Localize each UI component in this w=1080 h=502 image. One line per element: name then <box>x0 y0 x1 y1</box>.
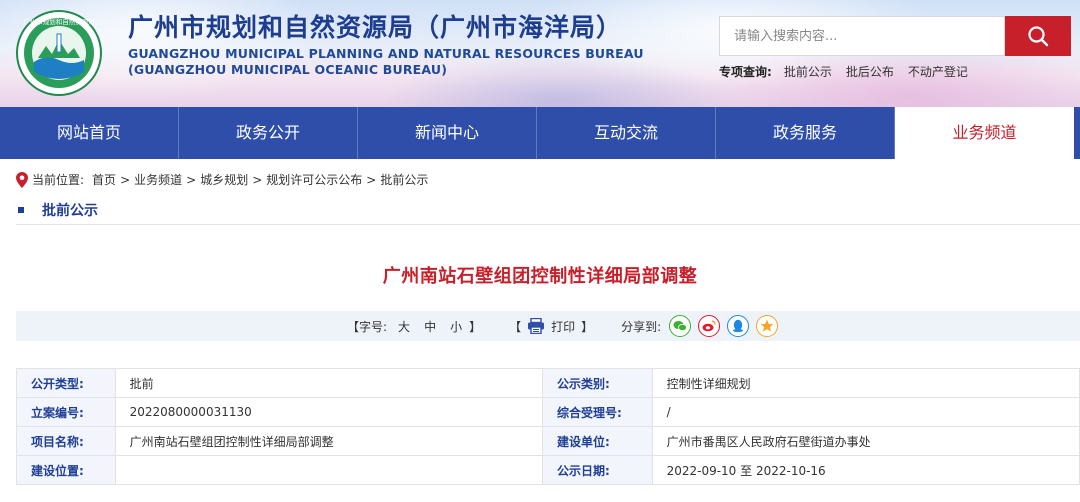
quick-links: 专项查询: 批前公示 批后公布 不动产登记 <box>719 63 968 80</box>
article-toolbar: 【字号: 大 中 小 】 【 打印 】 分享到: <box>16 311 1080 341</box>
site-subtitle-en: (GUANGZHOU MUNICIPAL OCEANIC BUREAU) <box>128 62 448 77</box>
font-size-medium[interactable]: 中 <box>424 318 436 335</box>
nav-interaction[interactable]: 互动交流 <box>537 107 716 159</box>
share-weibo-button[interactable] <box>698 315 721 337</box>
info-value <box>114 455 543 485</box>
wechat-icon <box>673 321 688 332</box>
nav-business[interactable]: 业务频道 <box>895 107 1074 159</box>
nav-filler <box>1074 107 1080 159</box>
bureau-logo[interactable]: 广州市规划和自然资源局 <box>16 10 102 96</box>
article-title: 广州南站石壁组团控制性详细局部调整 <box>382 266 698 287</box>
font-size-large[interactable]: 大 <box>398 318 410 335</box>
quick-link-real-estate[interactable]: 不动产登记 <box>908 63 968 80</box>
info-value: 广州南站石壁组团控制性详细局部调整 <box>114 426 543 456</box>
section-title: 批前公示 <box>42 203 98 219</box>
weibo-icon <box>702 320 716 332</box>
info-value: 批前 <box>114 368 543 398</box>
section-header: 批前公示 <box>16 200 98 220</box>
font-size-label: 【字号: <box>347 319 388 334</box>
nav-news[interactable]: 新闻中心 <box>358 107 537 159</box>
qzone-icon <box>760 319 774 332</box>
breadcrumb-label: 当前位置: <box>32 173 85 187</box>
nav-home[interactable]: 网站首页 <box>0 107 179 159</box>
font-size-end: 】 <box>469 319 482 334</box>
section-bullet <box>18 207 24 213</box>
quick-links-label: 专项查询: <box>719 65 772 79</box>
info-key: 建设位置: <box>16 455 116 485</box>
info-key: 综合受理号: <box>541 397 653 427</box>
print-label: 打印 <box>551 319 576 334</box>
share-qzone-button[interactable] <box>756 315 779 337</box>
info-value: 2022080000031130 <box>114 397 543 427</box>
breadcrumb-pre-approval[interactable]: 批前公示 <box>380 171 428 188</box>
table-row: 建设位置: 公示日期: 2022-09-10 至 2022-10-16 <box>16 455 1080 485</box>
site-title-en: GUANGZHOU MUNICIPAL PLANNING AND NATURAL… <box>128 46 644 61</box>
info-value: 广州市番禺区人民政府石壁街道办事处 <box>651 426 1080 456</box>
breadcrumb-permit-notices[interactable]: 规划许可公示公布 <box>266 171 362 188</box>
info-key: 项目名称: <box>16 426 116 456</box>
printer-icon <box>528 318 545 334</box>
info-value: 2022-09-10 至 2022-10-16 <box>651 455 1080 485</box>
qq-icon <box>733 319 744 333</box>
info-key: 公开类型: <box>16 368 116 398</box>
share-label: 分享到: <box>621 319 662 334</box>
info-key: 公示日期: <box>541 455 653 485</box>
search-button[interactable] <box>1005 16 1071 56</box>
breadcrumb-home[interactable]: 首页 <box>92 171 116 188</box>
info-key: 建设单位: <box>541 426 653 456</box>
search-icon <box>1028 26 1049 47</box>
quick-link-pre-approval[interactable]: 批前公示 <box>784 63 832 80</box>
site-title: 广州市规划和自然资源局（广州市海洋局） <box>128 13 623 42</box>
table-row: 立案编号: 2022080000031130 综合受理号: / <box>16 397 1080 427</box>
quick-link-post-approval[interactable]: 批后公布 <box>846 63 894 80</box>
breadcrumb: 当前位置: 首页 > 业务频道 > 城乡规划 > 规划许可公示公布 > 批前公示 <box>16 171 428 188</box>
search-input[interactable] <box>720 17 1004 55</box>
info-value: / <box>651 397 1080 427</box>
search-box <box>719 16 1005 56</box>
breadcrumb-urban-planning[interactable]: 城乡规划 <box>200 171 248 188</box>
main-nav: 网站首页 政务公开 新闻中心 互动交流 政务服务 业务频道 <box>0 107 1080 159</box>
info-value: 控制性详细规划 <box>651 368 1080 398</box>
nav-gov-affairs[interactable]: 政务公开 <box>179 107 358 159</box>
info-key: 立案编号: <box>16 397 116 427</box>
table-row: 项目名称: 广州南站石壁组团控制性详细局部调整 建设单位: 广州市番禺区人民政府… <box>16 426 1080 456</box>
info-key: 公示类别: <box>541 368 653 398</box>
share-wechat-button[interactable] <box>669 315 692 337</box>
nav-services[interactable]: 政务服务 <box>716 107 895 159</box>
section-divider <box>16 224 1080 225</box>
location-pin-icon <box>16 171 28 188</box>
svg-text:广州市规划和自然资源局: 广州市规划和自然资源局 <box>23 17 95 26</box>
font-size-small[interactable]: 小 <box>450 318 462 335</box>
breadcrumb-business[interactable]: 业务频道 <box>134 171 182 188</box>
notice-info-table: 公开类型: 批前 公示类别: 控制性详细规划 立案编号: 20220800000… <box>16 368 1080 485</box>
table-row: 公开类型: 批前 公示类别: 控制性详细规划 <box>16 368 1080 398</box>
print-button[interactable]: 【 打印 】 <box>509 318 593 335</box>
share-qq-button[interactable] <box>727 315 750 337</box>
